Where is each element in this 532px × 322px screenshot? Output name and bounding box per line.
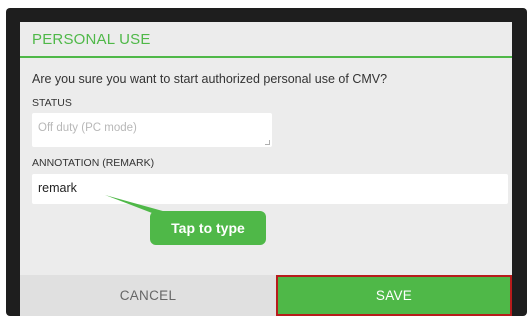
personal-use-dialog: PERSONAL USE Are you sure you want to st… — [20, 22, 512, 316]
cancel-button[interactable]: CANCEL — [20, 275, 276, 316]
tap-to-type-tooltip: Tap to type — [150, 211, 266, 245]
tooltip-pointer — [105, 195, 170, 213]
dialog-footer: CANCEL SAVE — [20, 275, 512, 316]
save-button[interactable]: SAVE — [276, 275, 512, 316]
